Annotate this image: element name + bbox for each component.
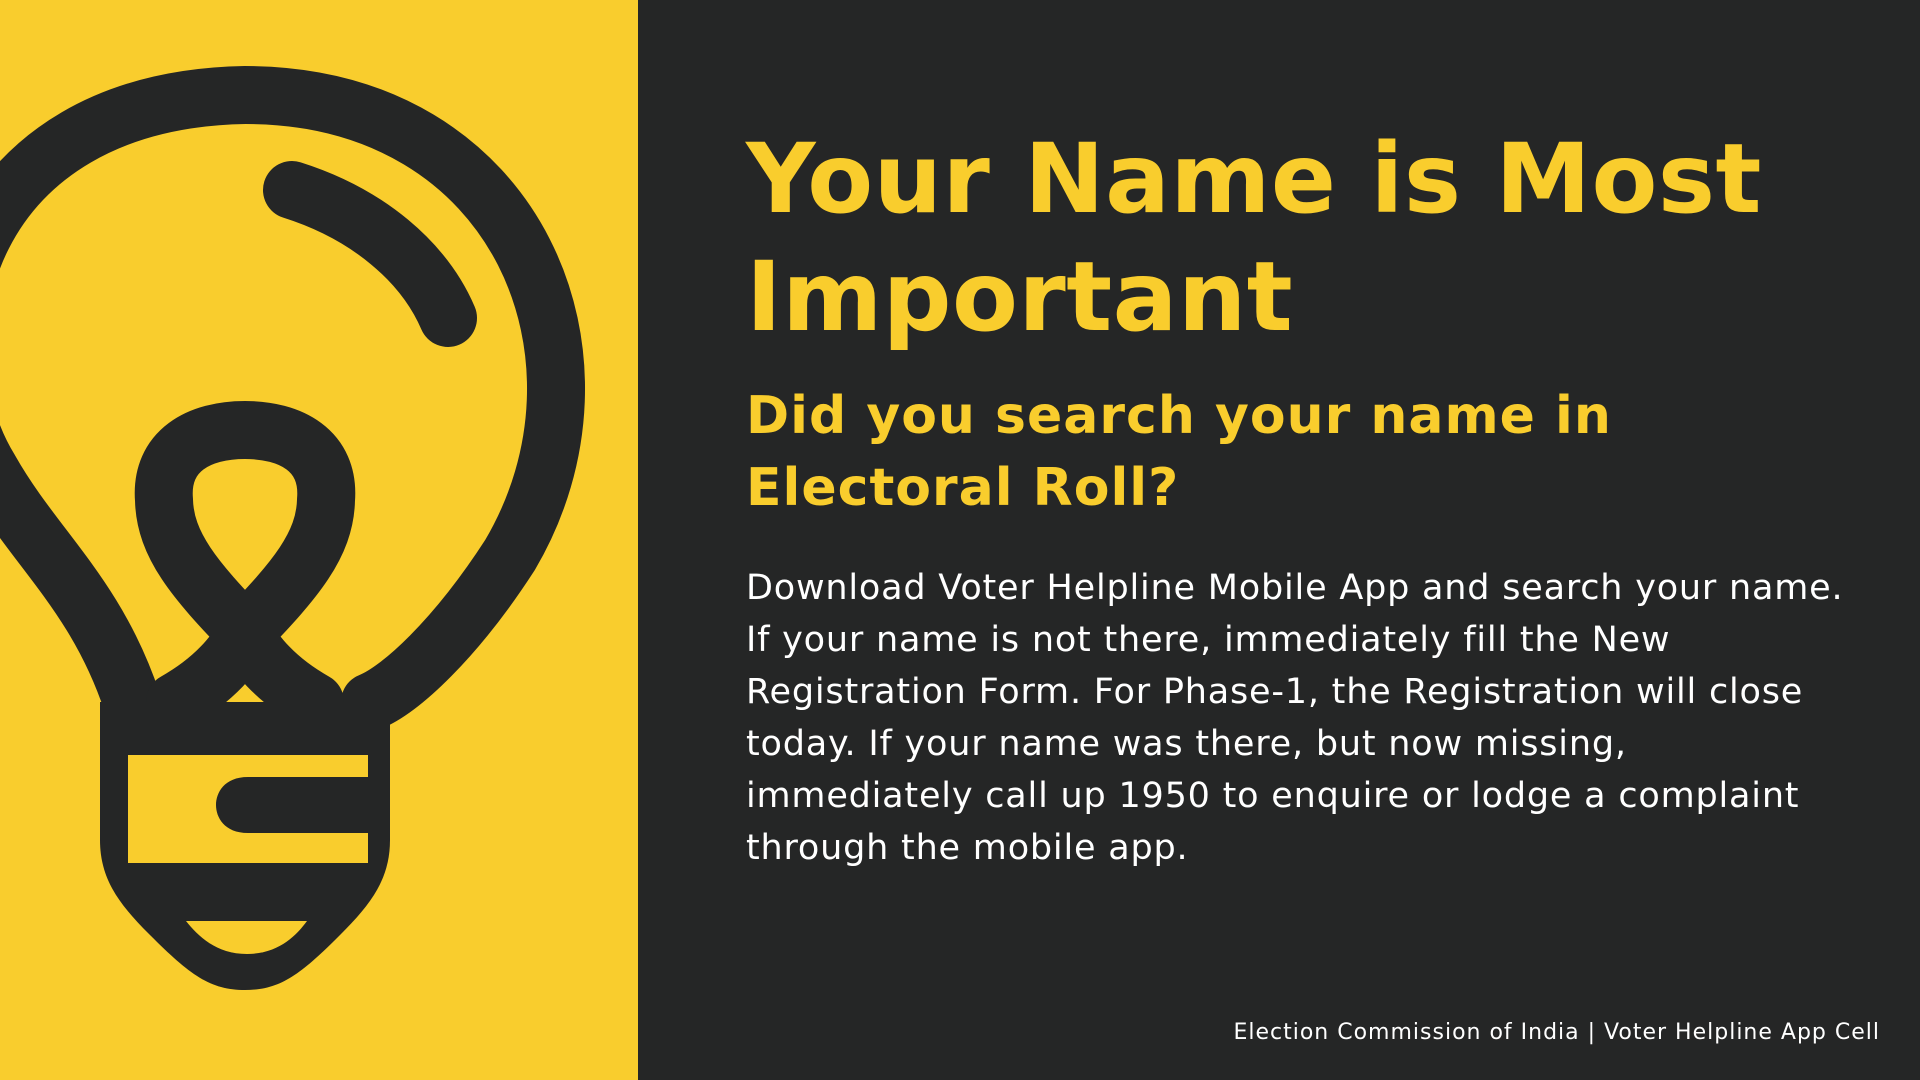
text-panel: Your Name is Most Important Did you sear…: [638, 0, 1920, 1080]
subheadline: Did you search your name in Electoral Ro…: [746, 386, 1612, 518]
illustration-panel: [0, 0, 638, 1080]
lightbulb-icon: [0, 66, 585, 990]
footer-credit: Election Commission of India | Voter Hel…: [1233, 1020, 1880, 1045]
poster: Your Name is Most Important Did you sear…: [0, 0, 1920, 1080]
headline: Your Name is Most Important: [746, 123, 1762, 353]
body-text: Download Voter Helpline Mobile App and s…: [746, 568, 1844, 868]
